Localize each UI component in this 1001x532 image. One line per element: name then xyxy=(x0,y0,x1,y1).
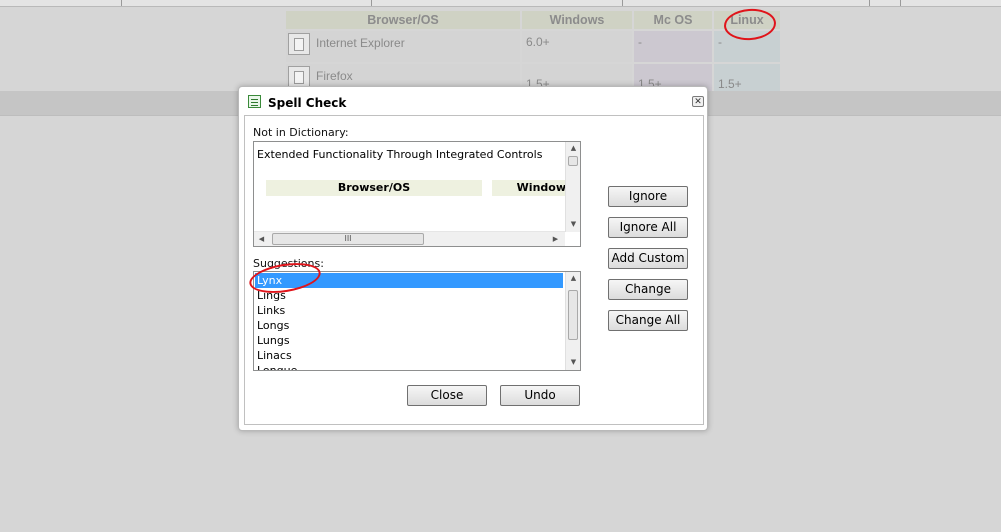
scroll-thumb[interactable]: III xyxy=(272,233,424,245)
change-all-button[interactable]: Change All xyxy=(608,310,688,331)
top-tab-strip xyxy=(0,0,1001,7)
list-item[interactable]: Linacs xyxy=(255,348,563,363)
table-header-row: Browser/OS Windows Mc OS Linux xyxy=(286,11,780,29)
scroll-thumb[interactable] xyxy=(568,290,578,340)
preview-cell: Browser/OS xyxy=(266,180,482,196)
mac-version: - xyxy=(634,31,712,62)
list-item[interactable]: Lonque xyxy=(255,363,563,370)
preview-text: Extended Functionality Through Integrate… xyxy=(257,148,543,161)
ignore-button[interactable]: Ignore xyxy=(608,186,688,207)
browser-name: Internet Explorer xyxy=(316,36,405,51)
list-item[interactable]: Links xyxy=(255,303,563,318)
suggestions-vertical-scrollbar[interactable]: ▲ ▼ xyxy=(565,272,580,370)
spell-check-dialog: Spell Check ✕ Not in Dictionary: Extende… xyxy=(238,86,708,431)
scroll-left-icon[interactable]: ◀ xyxy=(254,233,269,245)
close-icon[interactable]: ✕ xyxy=(692,96,704,107)
preview-horizontal-scrollbar[interactable]: ◀ III ▶ xyxy=(254,231,565,246)
scroll-thumb[interactable] xyxy=(568,156,578,166)
list-item[interactable]: Longs xyxy=(255,318,563,333)
not-in-dictionary-preview[interactable]: Extended Functionality Through Integrate… xyxy=(253,141,581,247)
preview-cell: Window xyxy=(492,180,566,196)
dialog-title: Spell Check xyxy=(268,96,347,110)
scroll-up-icon[interactable]: ▲ xyxy=(566,142,581,154)
document-icon xyxy=(288,33,310,55)
spellcheck-icon xyxy=(248,95,261,108)
windows-version: 6.0+ xyxy=(522,31,632,62)
tab-divider xyxy=(121,0,122,6)
browser-name: Firefox xyxy=(316,69,353,84)
scroll-down-icon[interactable]: ▼ xyxy=(566,218,581,230)
ignore-all-button[interactable]: Ignore All xyxy=(608,217,688,238)
add-custom-button[interactable]: Add Custom xyxy=(608,248,688,269)
change-button[interactable]: Change xyxy=(608,279,688,300)
header-windows: Windows xyxy=(522,11,632,29)
dialog-body: Not in Dictionary: Extended Functionalit… xyxy=(244,115,704,425)
close-button[interactable]: Close xyxy=(407,385,487,406)
table-row: Internet Explorer 6.0+ - - xyxy=(286,31,780,62)
header-browser-os: Browser/OS xyxy=(286,11,520,29)
scroll-right-icon[interactable]: ▶ xyxy=(548,233,563,245)
tab-divider xyxy=(869,0,870,6)
scroll-up-icon[interactable]: ▲ xyxy=(566,272,580,284)
undo-button[interactable]: Undo xyxy=(500,385,580,406)
header-mac-os: Mc OS xyxy=(634,11,712,29)
tab-divider xyxy=(371,0,372,6)
tab-divider xyxy=(622,0,623,6)
tab-divider xyxy=(900,0,901,6)
browser-support-table: Browser/OS Windows Mc OS Linux Internet … xyxy=(284,9,782,97)
browser-cell: Internet Explorer xyxy=(286,31,520,62)
scroll-down-icon[interactable]: ▼ xyxy=(566,356,580,368)
not-in-dictionary-label: Not in Dictionary: xyxy=(253,126,349,139)
list-item[interactable]: Lings xyxy=(255,288,563,303)
dialog-titlebar[interactable]: Spell Check ✕ xyxy=(239,87,707,115)
document-icon xyxy=(288,66,310,88)
preview-vertical-scrollbar[interactable]: ▲ ▼ xyxy=(565,142,580,232)
list-item[interactable]: Lungs xyxy=(255,333,563,348)
